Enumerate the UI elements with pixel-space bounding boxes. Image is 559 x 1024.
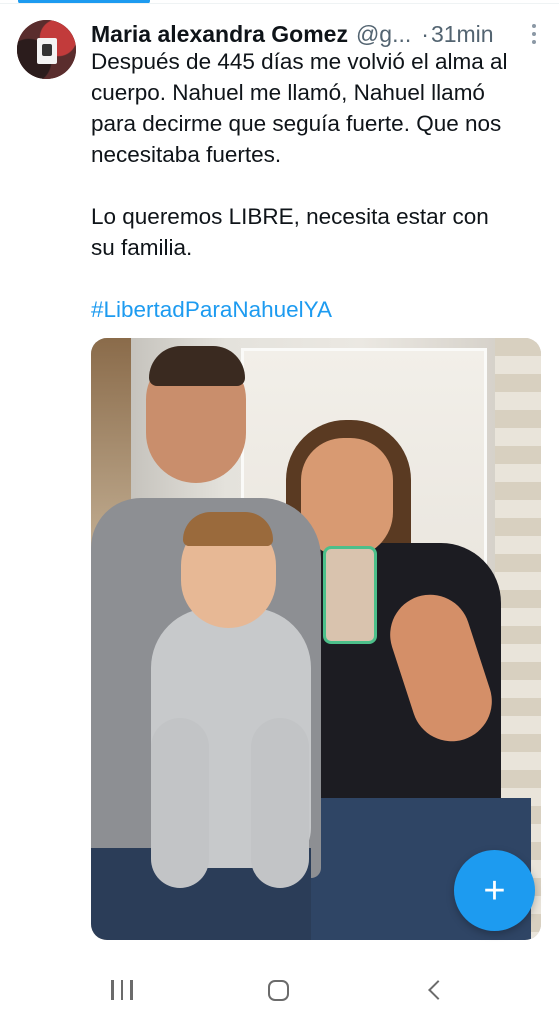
home-icon[interactable]: [258, 976, 298, 1004]
avatar-sign: [37, 38, 57, 64]
dot: [532, 40, 536, 44]
tweet-line: cuerpo. Nahuel me llamó, Nahuel llamó: [91, 80, 485, 105]
author-avatar[interactable]: [17, 20, 76, 79]
back-icon[interactable]: [414, 976, 454, 1004]
tweet-line: necesitaba fuertes.: [91, 142, 282, 167]
photo-baby-hair: [183, 512, 273, 546]
tweet-line: Después de 445 días me volvió el alma al: [91, 49, 508, 74]
photo-phone: [323, 546, 377, 644]
author-name[interactable]: Maria alexandra Gomez: [91, 21, 348, 48]
back-chevron: [428, 980, 448, 1000]
tweet-line: para decirme que seguía fuerte. Que nos: [91, 111, 502, 136]
bar: [130, 980, 133, 1000]
recents-icon[interactable]: [102, 976, 142, 1004]
bar: [120, 980, 124, 1000]
tweet-photo[interactable]: [91, 338, 541, 940]
bar: [111, 980, 114, 1000]
home-shape: [267, 979, 289, 1001]
photo-man-hair: [149, 346, 245, 386]
header-separator: ·: [421, 20, 429, 47]
hashtag-link[interactable]: #LibertadParaNahuelYA: [91, 294, 541, 325]
tweet-text: Después de 445 días me volvió el alma al…: [91, 46, 541, 325]
dot: [532, 32, 536, 36]
tweet-line: su familia.: [91, 235, 193, 260]
photo-baby-leg: [251, 718, 309, 888]
dot: [532, 24, 536, 28]
tweet-time[interactable]: 31min: [431, 21, 494, 48]
photo-baby-leg: [151, 718, 209, 888]
author-handle[interactable]: @g...: [356, 21, 411, 48]
system-navigation-bar: [0, 958, 559, 1024]
top-divider: [0, 3, 559, 4]
more-options-icon[interactable]: [531, 24, 537, 44]
tweet-line: Lo queremos LIBRE, necesita estar con: [91, 204, 489, 229]
compose-button[interactable]: +: [454, 850, 535, 931]
compose-plus-icon: +: [483, 869, 506, 912]
